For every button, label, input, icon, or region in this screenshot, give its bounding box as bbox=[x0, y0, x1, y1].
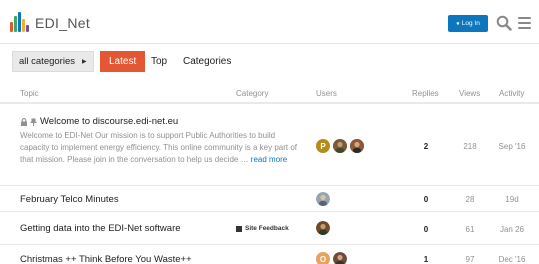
topic-title-line: Welcome to discourse.edi-net.eu bbox=[20, 116, 178, 127]
person-icon: ● bbox=[456, 20, 460, 27]
topic-excerpt: Welcome to EDI-Net Our mission is to sup… bbox=[20, 130, 305, 166]
site-header: EDI_Net ● Log In bbox=[0, 0, 539, 44]
login-button[interactable]: ● Log In bbox=[448, 15, 488, 32]
activity-time[interactable]: Dec '16 bbox=[497, 255, 527, 264]
avatar[interactable]: P bbox=[316, 139, 330, 153]
view-count: 218 bbox=[463, 142, 477, 151]
pin-icon bbox=[30, 118, 37, 126]
nav-tab-latest[interactable]: Latest bbox=[100, 51, 146, 72]
topic-list-header: Topic Category Users Replies Views Activ… bbox=[0, 84, 539, 104]
column-header-users[interactable]: Users bbox=[316, 89, 337, 98]
read-more-link[interactable]: read more bbox=[251, 155, 287, 164]
activity-time[interactable]: Jan 26 bbox=[497, 225, 527, 234]
lock-icon bbox=[21, 117, 27, 126]
reply-count: 0 bbox=[423, 225, 429, 234]
logo-text: EDI_Net bbox=[35, 15, 91, 31]
avatar[interactable] bbox=[316, 192, 330, 206]
column-header-topic[interactable]: Topic bbox=[20, 89, 39, 98]
column-header-activity[interactable]: Activity bbox=[499, 89, 524, 98]
column-header-replies[interactable]: Replies bbox=[412, 89, 439, 98]
avatar[interactable] bbox=[316, 221, 330, 235]
login-label: Log In bbox=[461, 20, 480, 27]
topic-row: February Telco Minutes 0 28 19d bbox=[0, 186, 539, 212]
nav-tab-categories[interactable]: Categories bbox=[183, 51, 231, 72]
topic-title[interactable]: February Telco Minutes bbox=[20, 194, 119, 205]
column-header-category[interactable]: Category bbox=[236, 89, 268, 98]
avatar[interactable] bbox=[350, 139, 364, 153]
nav-tab-top[interactable]: Top bbox=[151, 51, 167, 72]
column-header-views[interactable]: Views bbox=[459, 89, 480, 98]
avatar[interactable]: O bbox=[316, 252, 330, 264]
reply-count: 1 bbox=[423, 255, 429, 264]
view-count: 61 bbox=[465, 225, 475, 234]
activity-time[interactable]: 19d bbox=[497, 195, 527, 204]
topic-title[interactable]: Christmas ++ Think Before You Waste++ bbox=[20, 254, 192, 264]
topic-posters: O bbox=[316, 252, 347, 264]
avatar[interactable] bbox=[333, 252, 347, 264]
activity-time[interactable]: Sep '16 bbox=[497, 142, 527, 151]
topic-title[interactable]: Getting data into the EDI-Net software bbox=[20, 223, 181, 234]
view-count: 97 bbox=[465, 255, 475, 264]
hamburger-menu-icon[interactable] bbox=[518, 17, 531, 29]
category-dropdown-label: all categories bbox=[19, 56, 75, 67]
topic-row: Welcome to discourse.edi-net.eu Welcome … bbox=[0, 108, 539, 186]
logo-mark-icon bbox=[10, 11, 30, 33]
topic-title[interactable]: Welcome to discourse.edi-net.eu bbox=[40, 116, 178, 127]
edi-net-logo[interactable]: EDI_Net bbox=[10, 11, 90, 33]
topic-row: Christmas ++ Think Before You Waste++ O … bbox=[0, 245, 539, 264]
category-dropdown[interactable]: all categories ▶ bbox=[12, 51, 94, 72]
topic-posters bbox=[316, 221, 330, 235]
topic-posters bbox=[316, 192, 330, 206]
reply-count: 2 bbox=[423, 142, 429, 151]
category-name: Site Feedback bbox=[245, 225, 289, 232]
category-badge[interactable]: Site Feedback bbox=[236, 225, 289, 232]
view-count: 28 bbox=[465, 195, 475, 204]
reply-count: 0 bbox=[423, 195, 429, 204]
topic-nav: all categories ▶ Latest Top Categories bbox=[0, 51, 539, 73]
topic-row: Getting data into the EDI-Net software S… bbox=[0, 212, 539, 245]
avatar[interactable] bbox=[333, 139, 347, 153]
category-square-icon bbox=[236, 225, 242, 232]
search-icon[interactable] bbox=[496, 15, 512, 31]
topic-posters: P bbox=[316, 139, 364, 153]
caret-right-icon: ▶ bbox=[81, 59, 87, 65]
